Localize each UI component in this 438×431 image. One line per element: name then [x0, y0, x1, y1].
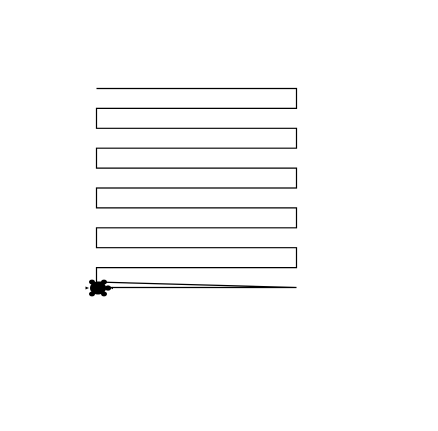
turtle-drawing: [85, 87, 298, 297]
turtle-canvas[interactable]: [0, 0, 438, 431]
turtle-trail: [95, 87, 298, 289]
